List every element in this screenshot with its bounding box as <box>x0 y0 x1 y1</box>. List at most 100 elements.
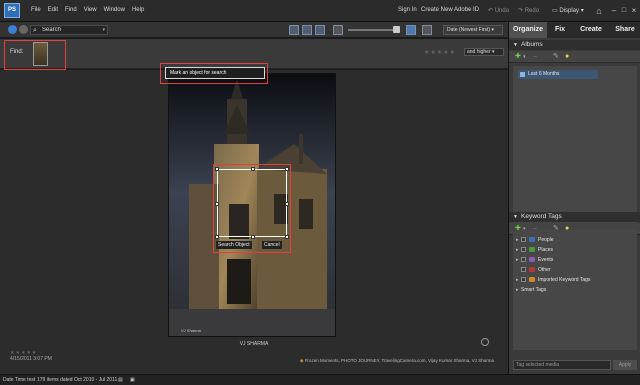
redo-button[interactable]: ↷ Redo <box>518 7 539 14</box>
photo-watermark: VJ Sharma <box>181 328 201 333</box>
main-menu: File Edit Find View Window Help <box>31 7 144 13</box>
menu-view[interactable]: View <box>84 7 97 13</box>
selection-handle[interactable] <box>251 167 255 171</box>
thumbnail-large-icon[interactable] <box>406 25 416 35</box>
photo-caption: VJ SHARMA <box>239 341 269 347</box>
zoom-icon[interactable] <box>481 338 489 346</box>
tag-checkbox[interactable] <box>521 277 526 282</box>
display-label: Display <box>559 8 580 14</box>
cancel-button[interactable]: Cancel <box>262 241 282 249</box>
slider-handle[interactable] <box>393 26 400 33</box>
add-dropdown-icon[interactable]: ▾ <box>523 53 526 61</box>
album-label: Last 6 Months <box>528 71 560 77</box>
panel-tabs: Organize Fix Create Share <box>509 22 640 38</box>
keyword-tags-list: ▸ People ▸ Places ▸ Events Other ▸ Imported … <box>513 230 637 350</box>
thumbnail-small-icon[interactable] <box>333 25 343 35</box>
object-selection-box[interactable] <box>215 167 289 239</box>
keyword-imported[interactable]: ▸ Imported Keyword Tags <box>516 276 590 285</box>
forward-arrow-icon[interactable] <box>19 25 28 34</box>
menu-file[interactable]: File <box>31 7 41 13</box>
smart-tags[interactable]: ▸ Smart Tags <box>516 286 546 295</box>
selection-handle[interactable] <box>285 235 289 239</box>
other-icon <box>529 267 535 272</box>
selection-handle[interactable] <box>215 235 219 239</box>
thumbnail-size-slider[interactable] <box>348 29 398 31</box>
status-sort: Date Time test <box>3 377 36 383</box>
search-box[interactable]: ⌕ ▾ <box>30 25 108 35</box>
close-icon[interactable]: × <box>628 5 640 17</box>
photo-tags: ◆ Frozen Moments, PHOTO JOURNEY, Traveli… <box>300 358 494 364</box>
create-adobe-id-link[interactable]: Create New Adobe ID <box>421 7 479 13</box>
edit-album-icon[interactable]: ✎ <box>553 53 559 61</box>
photo-tags-text: Frozen Moments, PHOTO JOURNEY, Traveling… <box>304 358 494 363</box>
search-object-button[interactable]: Search Object <box>216 241 252 249</box>
collapse-icon: ▼ <box>513 42 518 48</box>
selection-handle[interactable] <box>285 167 289 171</box>
undo-label: Undo <box>494 8 510 14</box>
tag-checkbox[interactable] <box>521 247 526 252</box>
albums-header[interactable]: ▼ Albums <box>509 40 640 50</box>
search-dropdown-icon[interactable]: ▾ <box>102 26 105 35</box>
tag-checkbox[interactable] <box>521 267 526 272</box>
selection-handle[interactable] <box>285 202 289 206</box>
search-icon: ⌕ <box>33 27 37 34</box>
albums-list: Last 6 Months <box>513 66 637 226</box>
undo-button[interactable]: ↶ Undo <box>488 7 509 14</box>
tag-media-input[interactable]: Tag selected media <box>513 360 611 370</box>
menu-edit[interactable]: Edit <box>48 7 58 13</box>
status-bar: Date Time test 179 items dated Oct 2010 … <box>0 374 640 385</box>
sign-in-link[interactable]: Sign In <box>398 7 417 13</box>
keyword-tags-header[interactable]: ▼ Keyword Tags <box>509 212 640 222</box>
tab-share[interactable]: Share <box>609 22 640 38</box>
sort-select[interactable]: Date (Newest First) ▾ <box>443 25 503 35</box>
tag-checkbox[interactable] <box>521 257 526 262</box>
selection-handle[interactable] <box>215 167 219 171</box>
imported-tag-icon <box>529 277 535 282</box>
rotate-left-icon[interactable] <box>302 25 312 35</box>
keyword-other[interactable]: Other <box>516 266 551 275</box>
tab-fix[interactable]: Fix <box>547 22 573 38</box>
places-icon <box>529 247 535 252</box>
selection-handle[interactable] <box>215 202 219 206</box>
keyword-people[interactable]: ▸ People <box>516 236 554 245</box>
status-icon-1[interactable]: ▤ <box>118 377 123 383</box>
keyword-places[interactable]: ▸ Places <box>516 246 553 255</box>
rating-stars[interactable]: ★★★★★ <box>424 49 456 56</box>
status-icon-2[interactable]: ▣ <box>130 377 135 383</box>
back-arrow-icon[interactable] <box>8 25 17 34</box>
delete-album-icon[interactable]: – <box>533 53 537 61</box>
album-item[interactable]: Last 6 Months <box>518 70 598 79</box>
display-button[interactable]: ▭ Display ▾ <box>552 7 584 14</box>
tag-icon: ◆ <box>299 358 304 363</box>
keyword-events[interactable]: ▸ Events <box>516 256 553 265</box>
top-right-controls: Sign In Create New Adobe ID ↶ Undo ↷ Red… <box>390 5 640 17</box>
tag-checkbox[interactable] <box>521 237 526 242</box>
rating-filter-select[interactable]: and higher ▾ <box>464 48 504 56</box>
status-count: 179 items dated Oct 2010 - Jul 2011 <box>37 377 118 383</box>
redo-label: Redo <box>524 8 540 14</box>
app-logo: PS <box>4 3 20 18</box>
tab-organize[interactable]: Organize <box>509 22 547 38</box>
stack-icon[interactable] <box>289 25 299 35</box>
tooltip: Mark an object for search <box>165 67 265 79</box>
add-album-icon[interactable]: ✚ <box>515 53 521 61</box>
events-icon <box>529 257 535 262</box>
toolbar: ⌕ ▾ Date (Newest First) ▾ <box>0 22 508 38</box>
sort-value: Date (Newest First) <box>447 27 491 33</box>
menu-help[interactable]: Help <box>132 7 144 13</box>
rotate-right-icon[interactable] <box>315 25 325 35</box>
menu-window[interactable]: Window <box>104 7 125 13</box>
details-view-icon[interactable] <box>422 25 432 35</box>
album-lightbulb-icon[interactable]: ● <box>565 53 569 61</box>
albums-toolbar: ✚ ▾ – ✎ ● <box>509 51 640 63</box>
photo-date: 4/15/2011 3:07 PM <box>10 356 52 362</box>
apply-button[interactable]: Apply <box>613 360 637 370</box>
tab-create[interactable]: Create <box>573 22 609 38</box>
menubar: PS File Edit Find View Window Help Sign … <box>0 0 640 22</box>
home-icon[interactable]: ⌂ <box>593 5 605 17</box>
selection-handle[interactable] <box>251 235 255 239</box>
collapse-icon: ▼ <box>513 214 518 220</box>
search-input[interactable] <box>42 26 98 34</box>
menu-find[interactable]: Find <box>65 7 77 13</box>
rating-filter-value: and higher <box>467 49 491 55</box>
